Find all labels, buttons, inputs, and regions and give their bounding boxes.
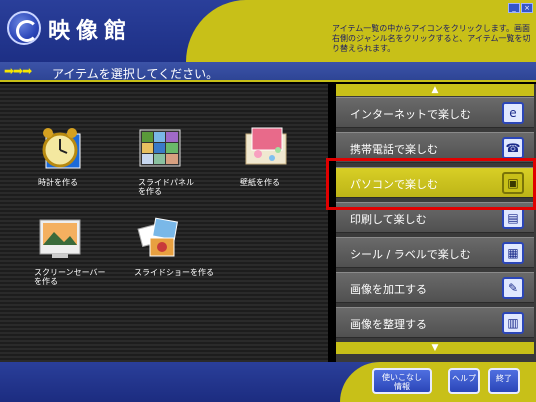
item-wallpaper[interactable]: 壁紙を作る — [236, 124, 336, 194]
item-label: 時計を作る — [38, 178, 78, 187]
category-image-organize[interactable]: 画像を整理する ▥ — [336, 307, 534, 338]
image-edit-icon: ✎ — [502, 277, 524, 299]
item-slideshow[interactable]: スライドショーを作る — [130, 214, 230, 284]
minimize-button[interactable]: _ — [508, 3, 520, 13]
header-help-text: アイテム一覧の中からアイコンをクリックします。画面右側のジャンル名をクリックする… — [332, 24, 531, 53]
category-label: 携帯電話で楽しむ — [350, 143, 438, 156]
printer-icon: ▤ — [502, 207, 524, 229]
category-internet[interactable]: インターネットで楽しむ e — [336, 97, 534, 128]
clock-icon — [42, 128, 81, 169]
image-organize-icon: ▥ — [502, 312, 524, 334]
label-icon: ▦ — [502, 242, 524, 264]
app-logo-icon — [7, 11, 41, 45]
close-button[interactable]: × — [521, 3, 533, 13]
arrow-icons: ➡➡➡ — [4, 64, 32, 78]
category-label: シール / ラベルで楽しむ — [350, 248, 471, 261]
category-label: 印刷して楽しむ — [350, 213, 427, 226]
slideshow-icon — [137, 217, 178, 257]
category-label-sticker[interactable]: シール / ラベルで楽しむ ▦ — [336, 237, 534, 268]
tips-button[interactable]: 使いこなし 情報 — [372, 368, 432, 394]
app-header: 映像館 アイテム一覧の中からアイコンをクリックします。画面右側のジャンル名をクリ… — [0, 0, 536, 62]
item-label: 壁紙を作る — [240, 178, 280, 187]
item-list-area: 時計を作る スライドパネル を作る 壁紙を作る スクリーンセーバー を作る スラ… — [0, 84, 328, 362]
footer-bar: 使いこなし 情報 ヘルプ 終了 — [0, 362, 536, 402]
mobile-phone-icon: ☎ — [502, 137, 524, 159]
item-label: スライドパネル を作る — [138, 178, 194, 196]
slide-panel-icon — [139, 129, 181, 167]
category-label: 画像を整理する — [350, 318, 427, 331]
category-label: インターネットで楽しむ — [350, 108, 471, 121]
item-clock[interactable]: 時計を作る — [30, 124, 130, 194]
instruction-text: アイテムを選択してください。 — [52, 67, 219, 81]
app-title: 映像館 — [48, 18, 133, 44]
category-label: 画像を加工する — [350, 283, 427, 296]
wallpaper-icon — [245, 127, 287, 165]
screensaver-icon — [39, 219, 81, 258]
scroll-up-button[interactable]: ▲ — [336, 84, 534, 96]
internet-icon: e — [502, 102, 524, 124]
item-screensaver[interactable]: スクリーンセーバー を作る — [30, 214, 130, 294]
selection-highlight — [326, 158, 536, 210]
item-slide-panel[interactable]: スライドパネル を作る — [130, 124, 230, 204]
scroll-down-button[interactable]: ▼ — [336, 342, 534, 354]
item-label: スライドショーを作る — [134, 268, 214, 277]
exit-button[interactable]: 終了 — [488, 368, 520, 394]
item-label: スクリーンセーバー を作る — [34, 268, 106, 286]
help-button[interactable]: ヘルプ — [448, 368, 480, 394]
category-image-edit[interactable]: 画像を加工する ✎ — [336, 272, 534, 303]
instruction-bar: ➡➡➡ アイテムを選択してください。 — [0, 62, 536, 82]
